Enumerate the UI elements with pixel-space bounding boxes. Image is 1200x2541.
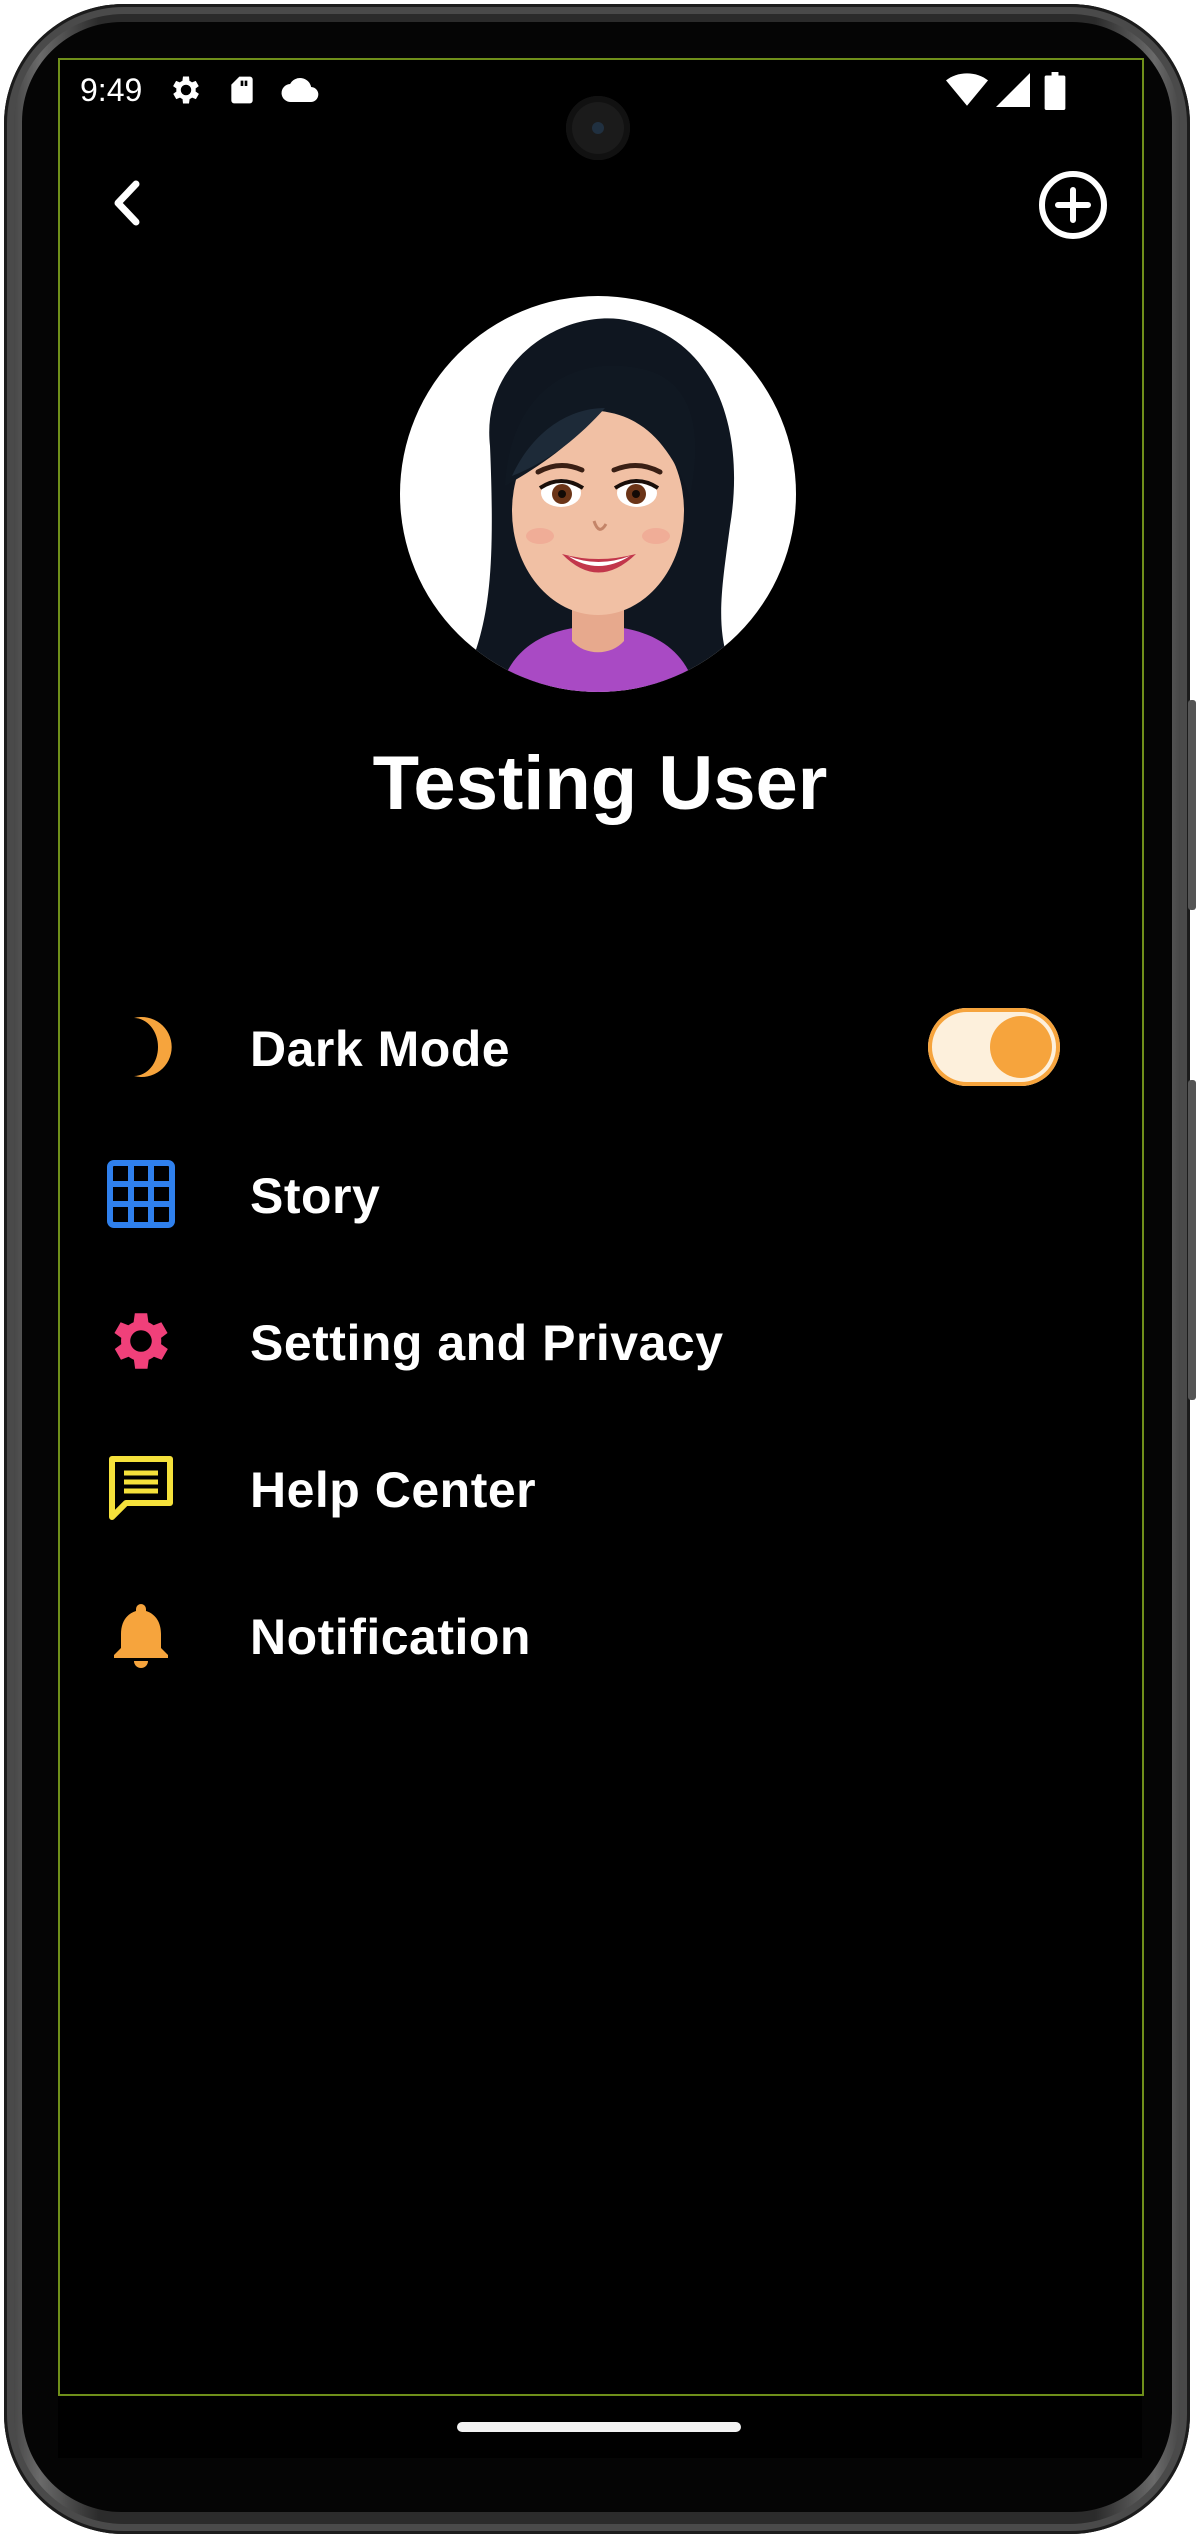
menu-item-story[interactable]: Story [90,1139,1090,1249]
gear-icon [168,72,204,116]
status-bar: 9:49 [80,68,1080,112]
menu-item-notification[interactable]: Notification [90,1580,1090,1690]
chevron-left-icon [114,180,140,226]
add-button[interactable] [1036,168,1110,242]
chat-message-icon [109,1456,173,1520]
menu-item-label: Help Center [250,1462,537,1518]
status-time: 9:49 [80,72,143,108]
back-button[interactable] [96,168,156,238]
add-circle-icon [1039,171,1107,239]
signal-icon [996,72,1030,116]
menu-item-dark-mode[interactable]: Dark Mode [90,992,1090,1102]
menu-item-label: Story [250,1168,381,1224]
home-indicator[interactable] [457,2422,741,2432]
menu-item-label: Notification [250,1609,531,1665]
cloud-icon [280,72,320,116]
wifi-icon [946,72,988,116]
menu-item-label: Dark Mode [250,1021,511,1077]
volume-button [1188,1080,1196,1400]
menu-item-label: Setting and Privacy [250,1315,724,1371]
grid-icon [107,1160,175,1228]
gear-icon [114,1313,168,1369]
profile-name: Testing User [372,741,828,826]
battery-icon [1044,72,1066,118]
bell-icon [114,1604,168,1668]
sd-card-icon [226,72,258,116]
moon-icon [134,1017,172,1077]
menu-item-setting-privacy[interactable]: Setting and Privacy [90,1286,1090,1396]
avatar[interactable] [400,296,796,692]
dark-mode-toggle[interactable] [928,1008,1060,1086]
toggle-knob [990,1016,1052,1078]
cartoon-woman-avatar [470,318,735,692]
menu-item-help-center[interactable]: Help Center [90,1433,1090,1543]
